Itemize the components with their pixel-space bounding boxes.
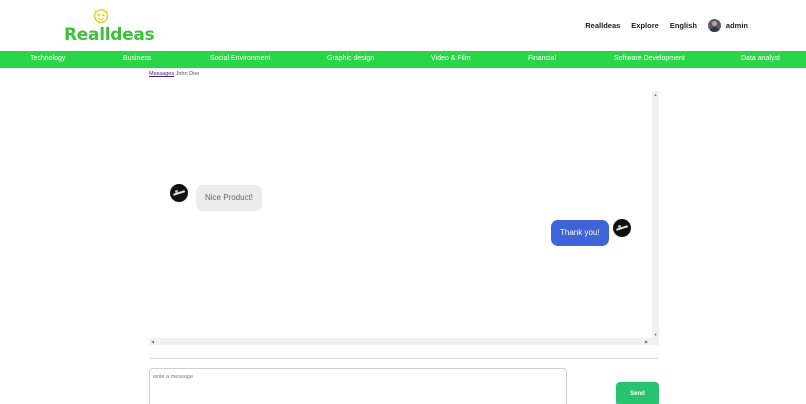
lightbulb-logo-icon [93,8,109,24]
category-business[interactable]: Business [123,55,151,62]
send-button[interactable]: Send [616,382,659,404]
scroll-down-icon[interactable]: ▼ [653,332,658,337]
horizontal-scrollbar[interactable]: ◀ ▶ [149,338,652,345]
vertical-scrollbar[interactable]: ▲ ▼ [652,91,659,345]
top-nav: Realldeas Explore English admin [585,17,748,33]
chat-window[interactable]: Nice Product! Thank you! ▲ ▼ ◀ ▶ [149,91,659,345]
nav-explore[interactable]: Explore [631,21,659,30]
category-software-development[interactable]: Software Development [614,55,685,62]
category-video-film[interactable]: Video & Film [431,55,471,62]
user-name: admin [725,20,748,30]
category-graphic-design[interactable]: Graphic design [327,55,374,62]
breadcrumb-messages-link[interactable]: Messages [149,71,174,77]
category-technology[interactable]: Technology [30,55,65,62]
incoming-message: Nice Product! [196,185,263,211]
category-data-analyst[interactable]: Data analyst [741,55,780,62]
breadcrumb: Messages John Doe [149,71,199,77]
message-input[interactable] [149,368,567,404]
logo[interactable]: Realldeas [62,8,155,45]
category-financial[interactable]: Financial [528,55,556,62]
nav-language[interactable]: English [670,21,697,30]
user-menu[interactable]: admin [707,18,748,32]
user-avatar [707,18,721,32]
divider [149,358,659,359]
scroll-left-icon[interactable]: ◀ [150,339,155,344]
category-social-environment[interactable]: Social Environment [210,55,270,62]
logo-text: Realldeas [64,25,155,45]
outgoing-message: Thank you! [551,220,609,246]
nav-realldeas[interactable]: Realldeas [585,21,620,30]
own-avatar [613,219,631,237]
scroll-up-icon[interactable]: ▲ [653,92,658,97]
scroll-right-icon[interactable]: ▶ [644,339,649,344]
sender-avatar [170,184,188,202]
breadcrumb-current: John Doe [175,71,200,77]
header: Realldeas Realldeas Explore English admi… [0,0,806,50]
category-bar: Technology Business Social Environment G… [0,51,806,68]
